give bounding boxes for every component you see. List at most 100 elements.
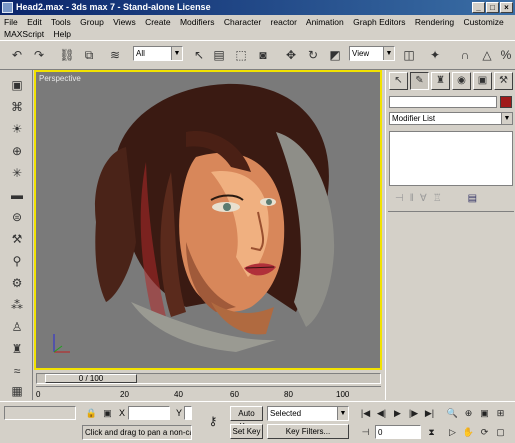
camera-icon[interactable]: ⊕ [8,142,26,160]
rotate-icon[interactable]: ↻ [304,46,322,64]
maximize-viewport-icon[interactable]: ▢ [493,425,508,439]
spacewarp-icon[interactable]: ▬ [8,186,26,204]
menu-help[interactable]: Help [54,29,71,39]
lock-icon[interactable]: 🔒 [84,406,99,420]
undo-icon[interactable]: ↶ [8,46,26,64]
move-icon[interactable]: ✥ [282,46,300,64]
y-coord-field[interactable] [184,406,192,420]
set-key-button[interactable]: Set Key [230,424,263,439]
time-config-icon[interactable]: ⧗ [424,425,439,439]
grid-icon[interactable]: ▦ [8,382,26,400]
utilities-tab-icon[interactable]: ⚒ [494,72,513,90]
remove-modifier-icon[interactable]: ♖ [433,193,442,204]
menu-edit[interactable]: Edit [27,17,42,27]
prev-frame-icon[interactable]: ◀| [374,406,389,420]
bone-icon[interactable]: ⚲ [8,252,26,270]
key-icon[interactable]: ⚷ [200,414,226,428]
window-crossing-icon[interactable]: ◙ [254,46,272,64]
display-tab-icon[interactable]: ▣ [473,72,492,90]
menu-group[interactable]: Group [80,17,104,27]
ref-coord-dropdown[interactable]: View ▼ [349,46,395,61]
time-slider[interactable]: 0 / 100 [36,373,381,384]
pin-stack-icon[interactable]: ⊣ [395,193,404,204]
maximize-button[interactable]: □ [486,2,499,13]
create-tab-icon[interactable]: ↖ [389,72,408,90]
menu-modifiers[interactable]: Modifiers [180,17,214,27]
pan-icon[interactable]: ✋ [461,425,476,439]
modify-tab-icon[interactable]: ✎ [410,72,429,90]
select-by-name-icon[interactable]: ▤ [210,46,228,64]
key-mode-dropdown[interactable]: Selected ▼ [267,406,349,421]
menu-customize[interactable]: Customize [464,17,504,27]
show-end-result-icon[interactable]: ‖ [410,193,414,204]
goto-end-icon[interactable]: ▶| [422,406,437,420]
zoom-icon[interactable]: 🔍 [445,406,460,420]
pivot-center-icon[interactable]: ◫ [400,46,418,64]
rig-icon[interactable]: ♜ [8,340,26,358]
menu-create[interactable]: Create [145,17,171,27]
modifier-stack[interactable] [389,131,513,186]
zoom-extents-icon[interactable]: ▣ [477,406,492,420]
percent-snap-icon[interactable]: % [497,46,515,64]
menu-reactor[interactable]: reactor [271,17,297,27]
head-model-render [95,83,335,352]
perspective-viewport[interactable]: Perspective [34,70,382,370]
listener-mini[interactable] [4,406,76,420]
unlink-icon[interactable]: ⧉ [80,46,98,64]
goto-start-icon[interactable]: |◀ [358,406,373,420]
snap-toggle-icon[interactable]: ∩ [456,46,474,64]
auto-key-button[interactable]: Auto Key [230,406,263,431]
menu-graph-editors[interactable]: Graph Editors [353,17,405,27]
menu-views[interactable]: Views [113,17,136,27]
cylinder-icon[interactable]: ⊜ [8,208,26,226]
make-unique-icon[interactable]: ∀ [420,193,427,204]
zoom-extents-all-icon[interactable]: ⊞ [493,406,508,420]
menu-character[interactable]: Character [224,17,261,27]
bind-spacewarp-icon[interactable]: ≋ [106,46,124,64]
menu-tools[interactable]: Tools [51,17,71,27]
viewport-label[interactable]: Perspective [39,74,81,83]
scale-icon[interactable]: ◩ [326,46,344,64]
menu-rendering[interactable]: Rendering [415,17,454,27]
configure-sets-icon[interactable]: ▤ [468,193,477,204]
menu-maxscript[interactable]: MAXScript [4,29,44,39]
wave-icon[interactable]: ≈ [8,362,26,380]
particles-icon[interactable]: ⁂ [8,296,26,314]
field-of-view-icon[interactable]: ▷ [445,425,460,439]
next-frame-icon[interactable]: |▶ [406,406,421,420]
timeline-ruler[interactable]: 0 20 40 60 80 100 [36,386,381,401]
select-object-icon[interactable]: ↖ [190,46,208,64]
menu-animation[interactable]: Animation [306,17,344,27]
absolute-mode-icon[interactable]: ▣ [100,406,115,420]
redo-icon[interactable]: ↷ [30,46,48,64]
gear-icon[interactable]: ⚙ [8,274,26,292]
box-icon[interactable]: ▣ [8,76,26,94]
time-slider-thumb[interactable]: 0 / 100 [45,374,137,383]
play-icon[interactable]: ▶ [390,406,405,420]
light-icon[interactable]: ☀ [8,120,26,138]
object-color-swatch[interactable] [500,96,512,108]
hierarchy-tab-icon[interactable]: ♜ [431,72,450,90]
zoom-all-icon[interactable]: ⊕ [461,406,476,420]
wrench-icon[interactable]: ⚒ [8,230,26,248]
menu-file[interactable]: File [4,17,18,27]
minimize-button[interactable]: _ [472,2,485,13]
current-frame-field[interactable]: 0 [375,425,421,439]
arc-rotate-icon[interactable]: ⟳ [477,425,492,439]
select-manipulate-icon[interactable]: ✦ [426,46,444,64]
angle-snap-icon[interactable]: △ [478,46,496,64]
shapes-icon[interactable]: ⌘ [8,98,26,116]
x-coord-field[interactable] [128,406,170,420]
biped-icon[interactable]: ♙ [8,318,26,336]
helper-icon[interactable]: ✳ [8,164,26,182]
object-name-field[interactable] [389,96,497,108]
motion-tab-icon[interactable]: ◉ [452,72,471,90]
key-mode-toggle-icon[interactable]: ⊣ [358,425,373,439]
modifier-list-dropdown[interactable]: Modifier List ▼ [389,112,513,125]
selection-filter-dropdown[interactable]: All ▼ [133,46,183,61]
close-button[interactable]: × [500,2,513,13]
key-filters-button[interactable]: Key Filters... [267,424,349,439]
time-slider-label: 0 / 100 [78,374,104,383]
link-icon[interactable]: ⛓ [58,46,76,64]
rectangle-selection-icon[interactable]: ⬚ [232,46,250,64]
